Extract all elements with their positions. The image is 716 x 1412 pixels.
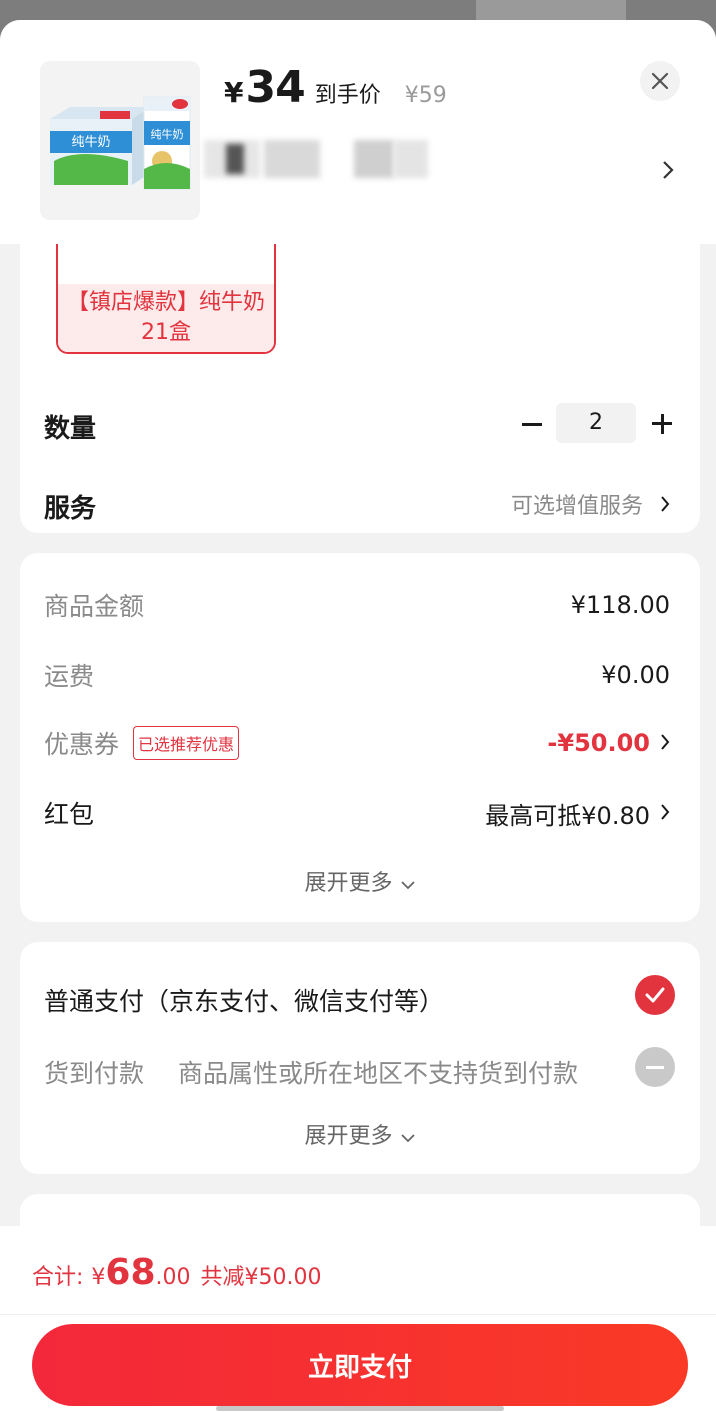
- final-price: 34: [245, 62, 305, 113]
- plus-icon-vertical: [660, 414, 664, 434]
- service-value: 可选增值服务: [510, 494, 643, 519]
- total-amount: 合计: ¥ 68 .00 共减¥50.00: [32, 1252, 322, 1293]
- quantity-label: 数量: [44, 414, 97, 444]
- expand-more-payment-button[interactable]: 展开更多: [20, 1118, 700, 1150]
- chevron-right-icon: [660, 729, 670, 757]
- expand-more-label: 展开更多: [304, 1124, 393, 1149]
- shipping-value: ¥0.00: [601, 661, 670, 689]
- coupon-label: 优惠券: [44, 730, 120, 759]
- service-selector[interactable]: 可选增值服务: [511, 488, 670, 520]
- options-card: 【镇店爆款】纯牛奶21盒 数量 2 服务 可选增值服务: [20, 244, 700, 533]
- redpacket-value: 最高可抵¥0.80: [485, 801, 650, 830]
- disabled-icon: [646, 1065, 664, 1069]
- home-indicator: [216, 1406, 504, 1411]
- total-saved: 共减¥50.00: [200, 1265, 322, 1290]
- chevron-right-icon: [660, 491, 670, 519]
- product-image: 纯牛奶 纯牛奶: [40, 61, 200, 220]
- carton-text-small: 纯牛奶: [151, 127, 184, 141]
- variant-option-selected[interactable]: 【镇店爆款】纯牛奶21盒: [56, 244, 276, 354]
- checkmark-icon: [645, 987, 665, 1003]
- selected-spec-blurred[interactable]: [204, 140, 428, 178]
- coupon-value: -¥50.00: [547, 729, 650, 757]
- quantity-plus-button[interactable]: [644, 404, 680, 444]
- pay-now-button[interactable]: 立即支付: [32, 1324, 688, 1406]
- price-symbol: ¥: [224, 76, 244, 109]
- product-header: 纯牛奶 纯牛奶 ¥ 34 到手价 ¥59: [0, 20, 716, 244]
- cod-payment-radio-disabled: [635, 1047, 675, 1087]
- chevron-down-icon: [400, 1134, 415, 1143]
- coupon-row[interactable]: 优惠券 已选推荐优惠 -¥50.00: [44, 725, 670, 761]
- total-label: 合计:: [32, 1265, 84, 1290]
- minus-icon: [522, 422, 542, 426]
- goods-amount-label: 商品金额: [44, 592, 145, 621]
- amount-summary-card: 商品金额 ¥118.00 运费 ¥0.00 优惠券 已选推荐优惠 -¥50.00…: [20, 553, 700, 922]
- checkout-bottom-bar: 合计: ¥ 68 .00 共减¥50.00 立即支付: [0, 1226, 716, 1412]
- close-icon: [651, 72, 669, 90]
- shipping-label: 运费: [44, 662, 95, 691]
- redpacket-row[interactable]: 红包 最高可抵¥0.80: [44, 795, 670, 831]
- divider: [0, 1314, 716, 1315]
- price-row: ¥ 34 到手价 ¥59: [224, 62, 447, 113]
- normal-payment-radio[interactable]: [635, 975, 675, 1015]
- milk-carton-icon: 纯牛奶 纯牛奶: [40, 61, 200, 220]
- spec-chevron-right-icon[interactable]: [662, 158, 674, 186]
- cod-payment-note: 商品属性或所在地区不支持货到付款: [178, 1059, 579, 1088]
- quantity-input[interactable]: 2: [556, 403, 636, 443]
- checkout-sheet: 纯牛奶 纯牛奶 ¥ 34 到手价 ¥59 【镇店爆款】纯牛奶21盒 数量 2 服…: [0, 20, 716, 1412]
- total-integer: 68: [105, 1252, 156, 1293]
- final-price-label: 到手价: [314, 83, 381, 108]
- chevron-right-icon: [660, 799, 670, 827]
- quantity-minus-button[interactable]: [514, 404, 550, 444]
- shipping-row: 运费 ¥0.00: [44, 657, 670, 693]
- expand-more-label: 展开更多: [304, 871, 393, 896]
- carton-text-big: 纯牛奶: [71, 135, 110, 150]
- payment-method-card: 普通支付（京东支付、微信支付等） 货到付款 商品属性或所在地区不支持货到付款 展…: [20, 942, 700, 1174]
- normal-payment-label[interactable]: 普通支付（京东支付、微信支付等）: [44, 982, 444, 1018]
- close-button[interactable]: [640, 61, 680, 101]
- original-price: ¥59: [404, 83, 447, 108]
- coupon-tag: 已选推荐优惠: [133, 726, 240, 760]
- chevron-down-icon: [400, 881, 415, 890]
- variant-label: 【镇店爆款】纯牛奶21盒: [58, 284, 274, 352]
- goods-amount-row: 商品金额 ¥118.00: [44, 587, 670, 623]
- service-label: 服务: [44, 494, 97, 524]
- total-decimal: .00: [155, 1265, 191, 1290]
- goods-amount-value: ¥118.00: [570, 591, 670, 619]
- expand-more-button[interactable]: 展开更多: [20, 865, 700, 897]
- redpacket-label: 红包: [44, 800, 95, 829]
- cod-payment-label: 货到付款: [44, 1059, 145, 1088]
- total-symbol: ¥: [91, 1265, 106, 1290]
